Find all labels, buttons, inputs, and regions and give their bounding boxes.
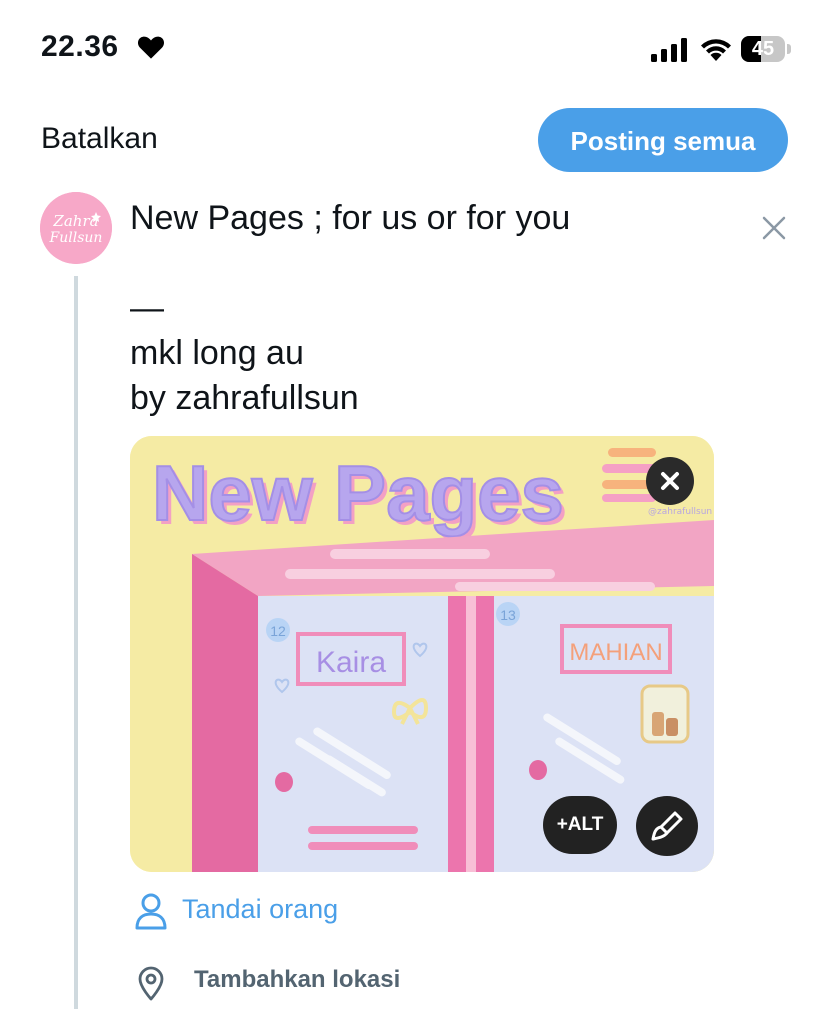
brush-icon [651,811,683,841]
close-icon [661,472,679,490]
person-icon [135,893,167,930]
battery-body: 45 [741,36,785,62]
attached-image-illustration: New Pages New Pages @zahrafullsun 12 Kai… [130,436,714,872]
post-all-button[interactable]: Posting semua [538,108,788,172]
cancel-button[interactable]: Batalkan [41,122,158,156]
locker-right-number: 13 [500,607,516,623]
locker-right-name: MAHIAN [569,639,662,666]
wifi-icon [701,39,731,61]
avatar[interactable]: Zahra Fullsun [40,192,112,264]
edit-media-button[interactable] [636,796,698,856]
battery-indicator: 45 [741,36,793,64]
alt-text-button[interactable]: +ALT [543,796,617,854]
battery-tip [787,44,791,54]
heart-icon [137,36,165,59]
remove-media-button[interactable] [646,457,694,505]
image-watermark: @zahrafullsun [648,507,712,517]
status-time: 22.36 [41,30,119,63]
avatar-text-line2: Fullsun [49,230,103,246]
tweet-text[interactable]: New Pages ; for us or for you — mkl long… [130,196,690,421]
attached-image[interactable]: New Pages New Pages @zahrafullsun 12 Kai… [130,436,714,872]
cellular-signal-icon [651,38,687,62]
thread-line [74,276,78,1009]
location-pin-icon [138,966,164,1001]
avatar-text-line1: Zahra [52,212,98,230]
avatar-logo: Zahra Fullsun [40,192,112,264]
locker-left-number: 12 [270,623,286,639]
tag-people-label: Tandai orang [182,894,339,924]
close-icon[interactable] [758,212,790,244]
battery-level-text: 45 [751,38,775,60]
locker-left-name: Kaira [316,646,386,679]
image-title: New Pages [152,449,564,537]
add-location-label: Tambahkan lokasi [194,966,401,993]
